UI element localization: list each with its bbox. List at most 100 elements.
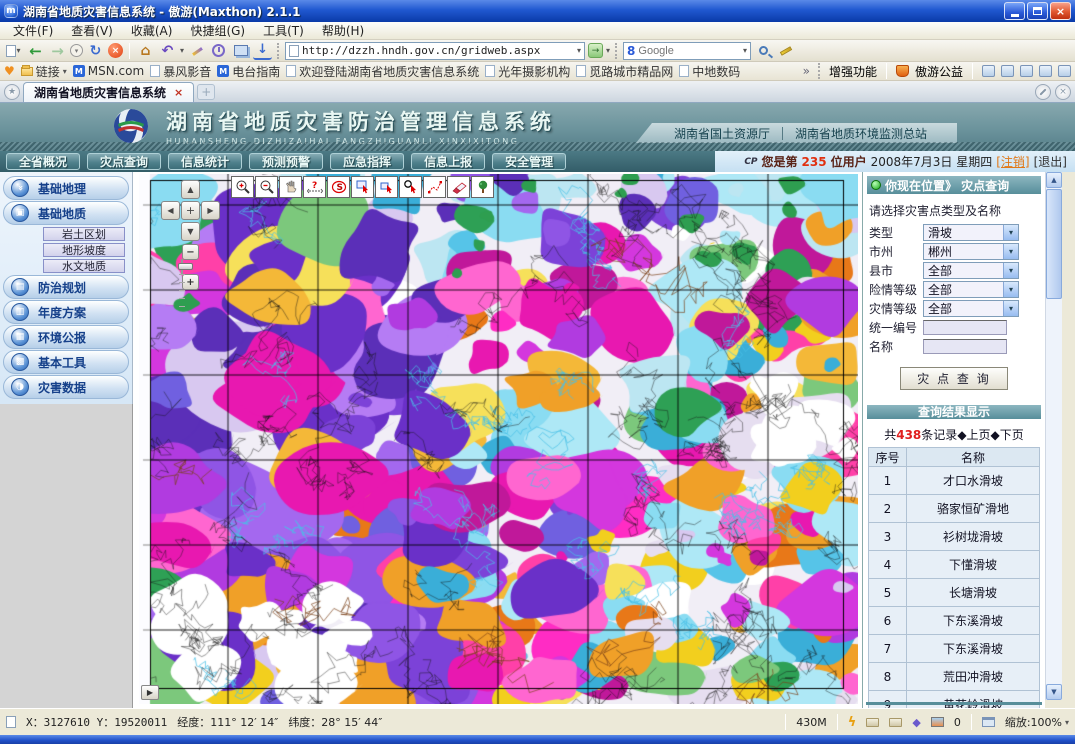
nav-statistics[interactable]: 信息统计 [168,153,242,170]
chevron-down-icon[interactable]: ▾ [1003,244,1018,259]
pan-right-button[interactable]: ▶ [201,201,220,220]
search-engine-dropdown-icon[interactable]: ▾ [743,46,747,55]
download-button[interactable]: ↓ [253,41,272,60]
pan-left-button[interactable]: ◀ [161,201,180,220]
nav-security-admin[interactable]: 安全管理 [492,153,566,170]
map-corner-arrow-button[interactable]: ▶ [141,685,159,700]
bookmark-radio[interactable]: M电台指南 [217,63,280,80]
menu-help[interactable]: 帮助(H) [313,22,373,39]
county-select[interactable]: 全部▾ [923,262,1019,279]
bookmarks-overflow-button[interactable]: » [803,64,810,78]
nav-forecast-warning[interactable]: 预测预警 [249,153,323,170]
window-list-icon[interactable] [1001,65,1014,77]
stop-button[interactable]: × [108,43,123,58]
name-input[interactable] [923,339,1007,354]
go-button[interactable]: → [588,43,603,58]
folder-icon[interactable] [889,718,902,727]
go-dropdown-icon[interactable]: ▾ [606,46,610,55]
nav-disaster-query[interactable]: 灾点查询 [87,153,161,170]
menu-groups[interactable]: 快捷组(G) [181,22,254,39]
sidebar-item-basic-tools[interactable]: ▩ 基本工具 [3,350,129,374]
undo-dropdown-icon[interactable]: ▾ [180,46,184,55]
org-link-land-resources[interactable]: 湖南省国土资源厅 [662,125,782,142]
menu-favorites[interactable]: 收藏(A) [122,22,182,39]
geological-map-canvas[interactable] [139,174,858,704]
page-scrollbar[interactable]: ▲ ▼ [1045,172,1062,700]
pan-up-button[interactable]: ▲ [181,180,200,199]
sidebar-item-basic-geology[interactable]: ▣ 基础地质 [3,201,129,225]
map-eraser-button[interactable] [447,176,470,198]
menu-file[interactable]: 文件(F) [4,22,62,39]
org-link-geo-monitor[interactable]: 湖南省地质环境监测总站 [783,125,939,142]
bookmark-msn[interactable]: MMSN.com [73,64,144,78]
history-button[interactable] [209,41,228,60]
zoom-slider-handle[interactable] [178,263,193,270]
city-select[interactable]: 郴州▾ [923,243,1019,260]
chevron-down-icon[interactable]: ▾ [1003,263,1018,278]
map-select-shape-button[interactable] [375,176,398,198]
notes-icon[interactable] [1020,65,1033,77]
sidebar-sub-rock-soil-zoning[interactable]: 岩土区划 [43,227,125,241]
image-blocker-icon[interactable] [931,717,944,727]
logout-link[interactable]: [注销] [996,153,1029,170]
result-name-link[interactable]: 下懂滑坡 [907,551,1040,579]
forward-button[interactable]: → [48,41,67,60]
back-button[interactable]: ← [26,41,45,60]
search-input[interactable] [638,45,740,57]
nav-province-overview[interactable]: 全省概况 [6,153,80,170]
refresh-button[interactable]: ↻ [86,41,105,60]
map-measure-button[interactable] [423,176,446,198]
tabbar-close-button[interactable]: × [1055,84,1071,100]
menu-view[interactable]: 查看(V) [62,22,122,39]
search-button[interactable] [754,41,773,60]
unified-number-input[interactable] [923,320,1007,335]
highlight-button[interactable] [776,41,795,60]
favorites-star-button[interactable]: ★ [4,84,20,100]
zoom-slider-track[interactable] [181,259,183,275]
sidebar-item-environment-bulletin[interactable]: ▦ 环境公报 [3,325,129,349]
plugin-icon[interactable]: ◆ [912,716,920,729]
address-input[interactable] [302,44,574,57]
history-dropdown-button[interactable]: ▾ [70,44,83,57]
chevron-down-icon[interactable]: ▾ [1003,225,1018,240]
zoom-slider-minus-button[interactable]: − [182,244,199,260]
sidebar-item-basic-geography[interactable]: » 基础地理 [3,176,129,200]
filter-button[interactable] [187,41,206,60]
new-page-button[interactable]: ▾ [4,41,23,60]
enhance-features-button[interactable]: 增强功能 [829,63,877,80]
map-legend-button[interactable] [471,176,494,198]
scroll-down-button[interactable]: ▼ [1046,684,1062,700]
sidebar-item-annual-plan[interactable]: ▥ 年度方案 [3,300,129,324]
bookmark-photo[interactable]: 光年摄影机构 [485,63,570,80]
prev-page-link[interactable]: ◆上页 [957,428,990,442]
pan-center-button[interactable]: + [181,201,200,220]
account-icon[interactable] [982,65,995,77]
new-tab-button[interactable]: + [197,84,215,100]
result-name-link[interactable]: 下东溪滑坡 [907,635,1040,663]
split-view-button[interactable] [231,41,250,60]
tab-close-icon[interactable]: × [174,86,183,99]
tab-settings-button[interactable] [1035,84,1051,100]
disaster-level-select[interactable]: 全部▾ [923,300,1019,317]
close-button[interactable]: × [1050,2,1071,20]
risk-level-select[interactable]: 全部▾ [923,281,1019,298]
sidebar-sub-hydrogeology[interactable]: 水文地质 [43,259,125,273]
result-name-link[interactable]: 长塘滑坡 [907,579,1040,607]
result-name-link[interactable]: 才口水滑坡 [907,467,1040,495]
menu-tools[interactable]: 工具(T) [254,22,313,39]
chevron-down-icon[interactable]: ▾ [1003,301,1018,316]
result-name-link[interactable]: 下东溪滑坡 [907,607,1040,635]
undo-button[interactable]: ↶ [158,41,177,60]
exit-link[interactable]: [退出] [1034,153,1067,170]
bookmark-baofeng[interactable]: 暴风影音 [150,63,211,80]
disaster-query-button[interactable]: 灾 点 查 询 [900,367,1007,390]
home-button[interactable]: ⌂ [136,41,155,60]
result-name-link[interactable]: 衫树垅滑坡 [907,523,1040,551]
bookmark-city[interactable]: 觅路城市精品网 [576,63,673,80]
scroll-up-button[interactable]: ▲ [1046,172,1062,188]
minimize-button[interactable] [1004,2,1025,20]
result-name-link[interactable]: 骆家恒矿滑地 [907,495,1040,523]
inbox-icon[interactable] [866,718,879,727]
favorites-heart-icon[interactable]: ♥ [4,64,15,78]
maxthon-charity-link[interactable]: 傲游公益 [915,63,963,80]
